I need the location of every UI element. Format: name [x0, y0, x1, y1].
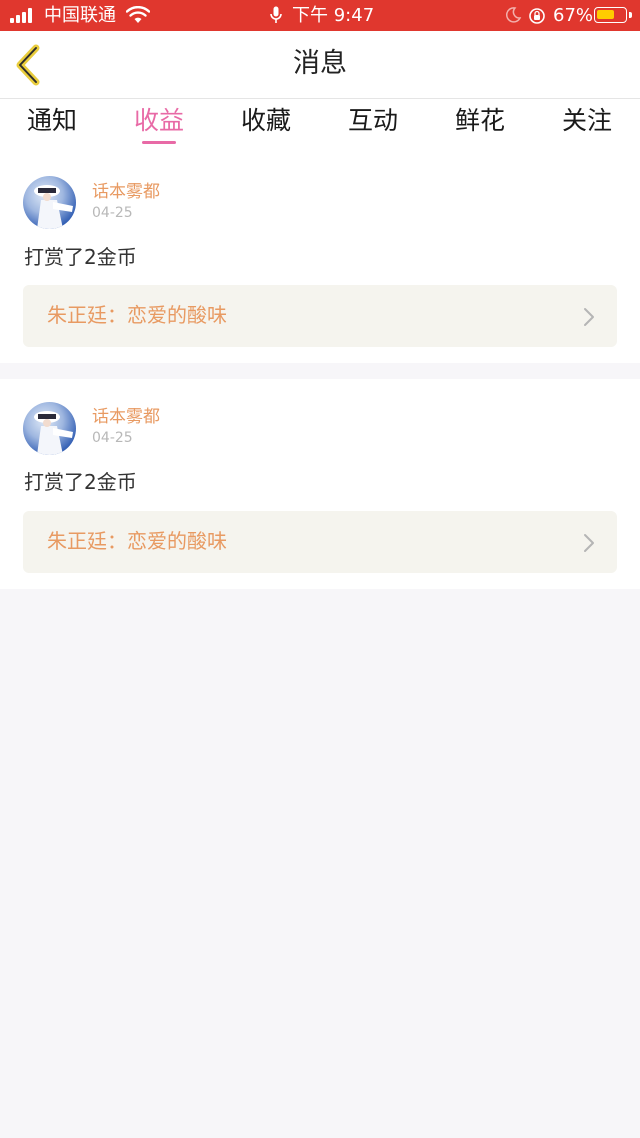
avatar[interactable]	[23, 402, 76, 455]
tab-bar: 通知 收益 收藏 互动 鲜花 关注	[0, 99, 640, 154]
status-time: 下午 9:47	[292, 5, 375, 26]
carrier-label: 中国联通	[44, 5, 116, 26]
tab-notifications[interactable]: 通知	[27, 105, 77, 137]
book-link[interactable]: 朱正廷：恋爱的酸味	[23, 285, 617, 347]
tab-following[interactable]: 关注	[562, 105, 612, 137]
signal-icon	[10, 8, 38, 23]
date: 04-25	[92, 205, 133, 221]
tab-favorites[interactable]: 收藏	[241, 105, 291, 137]
battery-level	[597, 10, 614, 19]
status-bar: 中国联通 下午 9:47 67%	[0, 0, 640, 31]
avatar[interactable]	[23, 176, 76, 229]
username[interactable]: 话本雾都	[92, 407, 160, 427]
tab-flowers[interactable]: 鲜花	[455, 105, 505, 137]
navigation-header: 消息	[0, 31, 640, 99]
tab-earnings[interactable]: 收益	[134, 105, 184, 137]
battery-tip	[629, 12, 632, 18]
message-text: 打赏了2金币	[24, 245, 137, 269]
avatar-image	[34, 185, 73, 229]
moon-icon	[505, 7, 522, 23]
date: 04-25	[92, 430, 133, 446]
tab-interactions[interactable]: 互动	[348, 105, 398, 137]
book-link[interactable]: 朱正廷：恋爱的酸味	[23, 511, 617, 573]
list-item: 话本雾都 04-25 打赏了2金币 朱正廷：恋爱的酸味	[0, 379, 640, 589]
battery-icon	[594, 7, 627, 23]
list-item: 话本雾都 04-25 打赏了2金币 朱正廷：恋爱的酸味	[0, 154, 640, 363]
page-title: 消息	[293, 48, 347, 79]
message-text: 打赏了2金币	[24, 470, 137, 494]
rotation-lock-icon	[529, 8, 545, 24]
microphone-icon	[270, 6, 282, 23]
battery-percentage: 67%	[553, 5, 594, 26]
avatar-image	[34, 411, 73, 455]
username[interactable]: 话本雾都	[92, 182, 160, 202]
book-title: 朱正廷：恋爱的酸味	[47, 303, 227, 327]
chevron-right-icon	[584, 534, 594, 552]
book-title: 朱正廷：恋爱的酸味	[47, 529, 227, 553]
chevron-right-icon	[584, 308, 594, 326]
wifi-icon	[126, 6, 150, 23]
active-tab-indicator	[142, 141, 176, 144]
